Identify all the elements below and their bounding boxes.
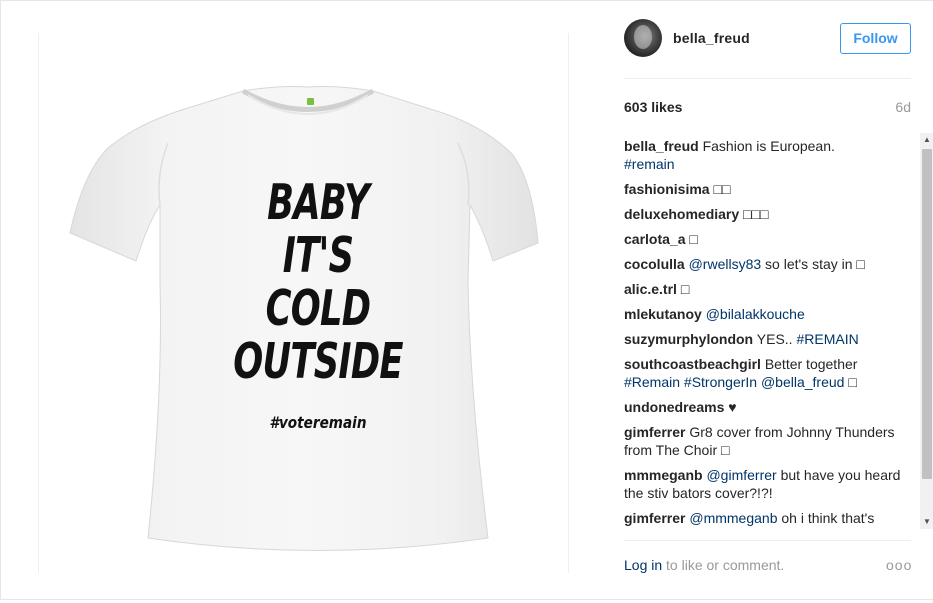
comment-username[interactable]: deluxehomediary xyxy=(624,206,739,222)
mention-link[interactable]: @gimferrer xyxy=(706,467,776,483)
divider xyxy=(624,540,911,541)
comment-text: □ xyxy=(689,231,698,247)
mention-link[interactable]: @mmmeganb xyxy=(689,510,777,526)
post-author-username[interactable]: bella_freud xyxy=(673,30,750,46)
list-item: mlekutanoy @bilalakkouche xyxy=(624,305,914,323)
scroll-up-icon[interactable]: ▲ xyxy=(920,133,933,147)
caption: bella_freud Fashion is European. #remain xyxy=(624,137,914,173)
comment-username[interactable]: southcoastbeachgirl xyxy=(624,356,761,372)
comment-username[interactable]: gimferrer xyxy=(624,510,685,526)
comment-username[interactable]: gimferrer xyxy=(624,424,685,440)
comment-text: □ xyxy=(848,374,857,390)
list-item: southcoastbeachgirl Better together #Rem… xyxy=(624,355,914,391)
list-item: undonedreams ♥ xyxy=(624,398,914,416)
comment-username[interactable]: bella_freud xyxy=(624,138,699,154)
comment-username[interactable]: mmmeganb xyxy=(624,467,703,483)
list-item: cocolulla @rwellsy83 so let's stay in □ xyxy=(624,255,914,273)
comments-list[interactable]: bella_freud Fashion is European. #remain… xyxy=(624,137,914,529)
list-item: alic.e.trl □ xyxy=(624,280,914,298)
avatar[interactable] xyxy=(624,19,662,57)
post-image[interactable]: BABY IT'S COLD OUTSIDE #voteremain xyxy=(38,33,569,573)
comment-text: □□□ xyxy=(743,206,769,222)
comment-username[interactable]: fashionisima xyxy=(624,181,710,197)
hashtag-link[interactable]: #Remain #StrongerIn @bella_freud xyxy=(624,374,844,390)
hashtag-link[interactable]: #REMAIN xyxy=(796,331,858,347)
post-age[interactable]: 6d xyxy=(868,99,911,115)
likes-count[interactable]: 603 likes xyxy=(624,99,682,115)
comment-username[interactable]: undonedreams xyxy=(624,399,724,415)
follow-button[interactable]: Follow xyxy=(840,23,911,54)
comment-username[interactable]: alic.e.trl xyxy=(624,281,677,297)
shirt-line: OUTSIDE xyxy=(233,333,403,390)
comment-text: oh i think that's xyxy=(781,510,875,526)
comment-username[interactable]: carlota_a xyxy=(624,231,685,247)
comment-text: □ xyxy=(680,281,690,297)
mention-link[interactable]: @bilalakkouche xyxy=(706,306,805,322)
list-item: mmmeganb @gimferrer but have you heard t… xyxy=(624,466,914,502)
shirt-line: BABY xyxy=(267,174,370,231)
list-item: gimferrer Gr8 cover from Johnny Thunders… xyxy=(624,423,914,459)
list-item: carlota_a □ xyxy=(624,230,914,248)
login-link[interactable]: Log in xyxy=(624,557,662,573)
scroll-down-icon[interactable]: ▼ xyxy=(920,515,933,529)
divider xyxy=(624,78,911,79)
comments-scrollbar[interactable]: ▲ ▼ xyxy=(920,133,933,529)
list-item: deluxehomediary □□□ xyxy=(624,205,914,223)
post-header: bella_freud Follow xyxy=(624,18,911,62)
comment-text: so let's stay in □ xyxy=(765,256,865,272)
shirt-line: COLD xyxy=(265,280,371,337)
comment-text: Better together xyxy=(764,356,858,372)
hashtag-link[interactable]: #remain xyxy=(624,156,675,172)
comment-text: □□ xyxy=(713,181,731,197)
shirt-line: IT'S xyxy=(282,227,354,284)
list-item: fashionisima □□ xyxy=(624,180,914,198)
list-item: suzymurphylondon YES.. #REMAIN xyxy=(624,330,914,348)
comment-text: YES.. xyxy=(756,331,793,347)
heart-icon: ♥ xyxy=(728,399,737,415)
image-border xyxy=(38,33,39,573)
image-border xyxy=(568,33,569,573)
more-options-icon[interactable]: ooo xyxy=(886,557,912,573)
post-details-panel: bella_freud Follow 603 likes 6d bella_fr… xyxy=(608,0,933,600)
mention-link[interactable]: @rwellsy83 xyxy=(689,256,762,272)
comment-username[interactable]: mlekutanoy xyxy=(624,306,702,322)
shirt-hashtag: #voteremain xyxy=(269,413,367,432)
comment-username[interactable]: cocolulla xyxy=(624,256,685,272)
scrollbar-thumb[interactable] xyxy=(922,149,932,479)
comment-username[interactable]: suzymurphylondon xyxy=(624,331,753,347)
shirt-slogan: BABY IT'S COLD OUTSIDE xyxy=(198,176,438,388)
comment-text: Fashion is European. xyxy=(702,138,835,154)
list-item: gimferrer @mmmeganb oh i think that's xyxy=(624,509,914,527)
shirt-brand-label xyxy=(307,98,314,105)
comment-prompt-text: to like or comment. xyxy=(666,557,785,573)
comment-prompt: Log in to like or comment. xyxy=(624,557,784,573)
